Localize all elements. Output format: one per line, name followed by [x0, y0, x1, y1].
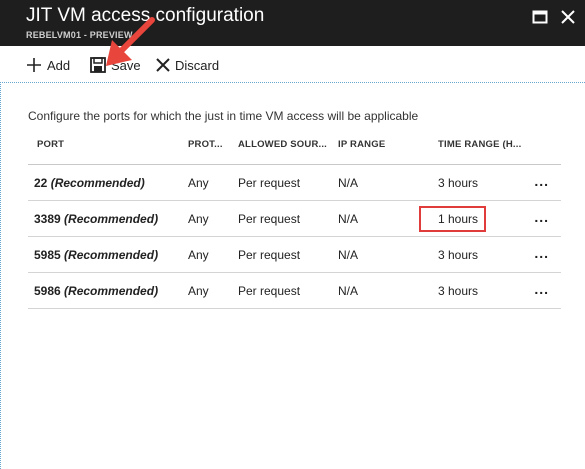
ip-range-cell: N/A [338, 212, 359, 226]
allowed-source-cell: Per request [238, 212, 301, 226]
discard-button[interactable]: Discard [156, 55, 219, 75]
header-protocol[interactable]: PROT... [188, 139, 223, 150]
protocol-cell: Any [188, 284, 209, 298]
discard-label: Discard [175, 57, 220, 73]
ip-range-cell: N/A [338, 284, 359, 298]
protocol-cell: Any [188, 248, 209, 262]
port-cell: 22 (Recommended) [34, 176, 145, 190]
ports-description: Configure the ports for which the just i… [28, 109, 419, 123]
command-bar: Add Save Discard [0, 17, 585, 82]
protocol-cell: Any [188, 176, 209, 190]
annotation-arrow-icon [106, 17, 155, 66]
time-range-cell: 3 hours [438, 284, 479, 298]
port-number: 5986 [34, 284, 61, 298]
port-number: 5985 [34, 248, 61, 262]
port-note: (Recommended) [64, 212, 159, 226]
port-number: 3389 [34, 212, 61, 226]
close-icon[interactable] [560, 9, 578, 27]
allowed-source-cell: Per request [238, 248, 301, 262]
port-number: 22 [34, 176, 48, 190]
port-note: (Recommended) [50, 176, 145, 190]
port-cell: 5985 (Recommended) [34, 248, 158, 262]
header-ip-range[interactable]: IP RANGE [338, 139, 385, 150]
row-more-button[interactable]: ... [534, 173, 549, 189]
add-button[interactable]: Add [26, 55, 70, 75]
header-time-range[interactable]: TIME RANGE (H... [438, 139, 521, 150]
row-more-button[interactable]: ... [534, 281, 549, 297]
plus-icon [26, 57, 42, 73]
time-range-cell[interactable]: 1 hours [438, 212, 478, 226]
table-row[interactable]: 5985 (Recommended) Any Per request N/A 3… [28, 237, 561, 273]
table-row[interactable]: 22 (Recommended) Any Per request N/A 3 h… [28, 165, 561, 201]
table-header: PORT PROT... ALLOWED SOUR... IP RANGE TI… [28, 128, 561, 165]
ip-range-cell: N/A [338, 176, 359, 190]
allowed-source-cell: Per request [238, 176, 301, 190]
time-range-cell: 3 hours [438, 248, 479, 262]
port-note: (Recommended) [64, 248, 159, 262]
title-bar: JIT VM access configuration REBELVM01 - … [0, 0, 585, 46]
port-note: (Recommended) [64, 284, 159, 298]
add-label: Add [47, 57, 71, 73]
port-cell: 5986 (Recommended) [34, 284, 158, 298]
ip-range-cell: N/A [338, 248, 359, 262]
row-more-button[interactable]: ... [534, 209, 549, 225]
header-port[interactable]: PORT [37, 139, 64, 150]
maximize-icon[interactable] [532, 9, 550, 27]
row-more-button[interactable]: ... [534, 245, 549, 261]
toolbar-divider [0, 82, 585, 83]
table-row[interactable]: 3389 (Recommended) Any Per request N/A 1… [28, 201, 561, 237]
header-allowed-source[interactable]: ALLOWED SOUR... [238, 139, 327, 150]
table-row[interactable]: 5986 (Recommended) Any Per request N/A 3… [28, 273, 561, 309]
ports-table: PORT PROT... ALLOWED SOUR... IP RANGE TI… [28, 128, 561, 309]
time-range-cell: 3 hours [438, 176, 479, 190]
protocol-cell: Any [188, 212, 209, 226]
blade-left-border [0, 82, 1, 469]
allowed-source-cell: Per request [238, 284, 301, 298]
port-cell: 3389 (Recommended) [34, 212, 158, 226]
